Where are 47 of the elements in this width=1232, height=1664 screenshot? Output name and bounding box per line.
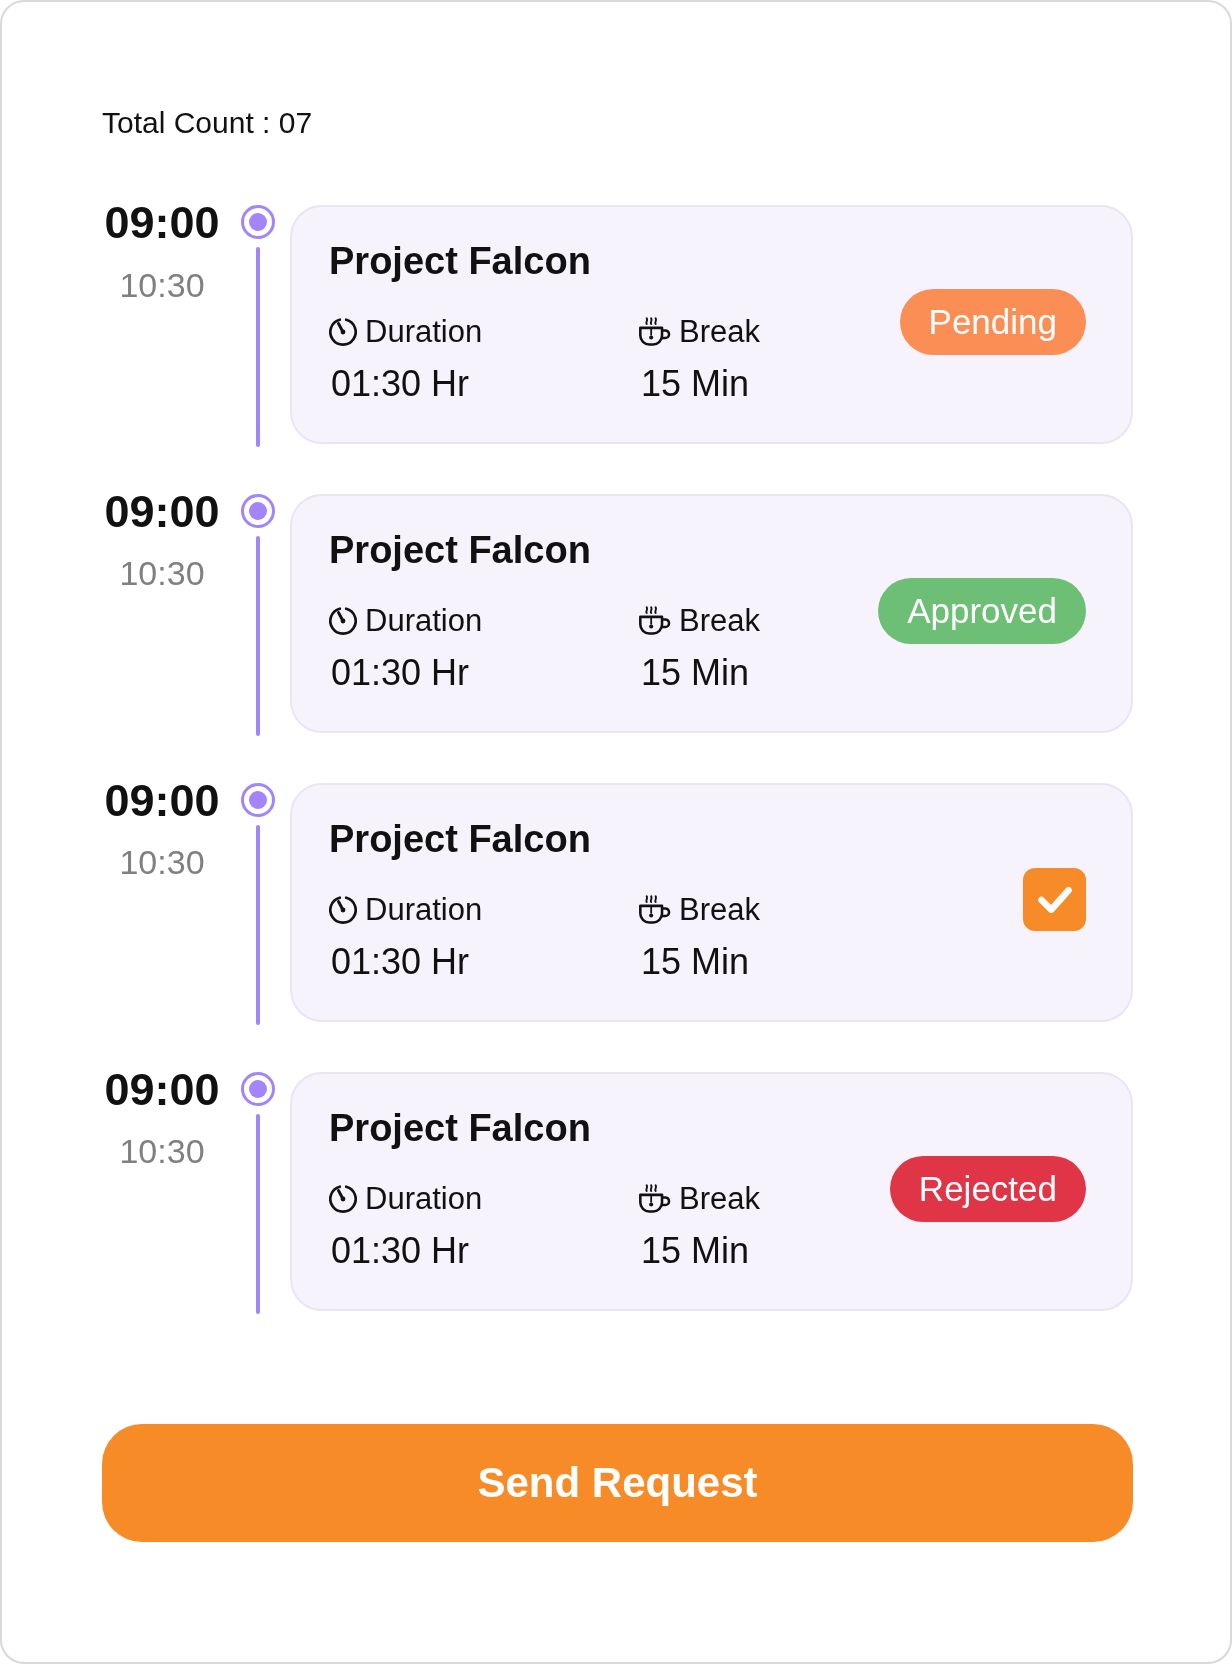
break-label: Break <box>679 1180 760 1217</box>
cup-icon <box>639 606 671 636</box>
project-title: Project Falcon <box>329 527 591 573</box>
duration-label: Duration <box>365 603 483 639</box>
start-time: 09:00 <box>104 198 220 248</box>
timeline-dot-icon <box>241 205 275 239</box>
end-time: 10:30 <box>119 264 205 305</box>
duration-label: Duration <box>365 314 483 351</box>
start-time: 09:00 <box>104 486 220 537</box>
end-time: 10:30 <box>119 1131 205 1172</box>
stopwatch-icon <box>329 895 357 924</box>
duration-label: Duration <box>365 891 483 928</box>
send-request-button[interactable]: Send Request <box>102 1424 1133 1543</box>
start-time: 09:00 <box>104 775 220 826</box>
stopwatch-icon <box>329 607 357 635</box>
break-label: Break <box>679 603 760 639</box>
cup-icon <box>639 1183 671 1214</box>
break-value: 15 Min <box>641 1228 750 1272</box>
cup-icon <box>639 317 671 348</box>
timeline-dot-icon <box>241 1071 275 1106</box>
check-icon <box>1037 886 1072 913</box>
break-label: Break <box>679 314 760 351</box>
project-title: Project Falcon <box>329 239 591 284</box>
status-badge: Pending <box>899 289 1086 356</box>
project-title: Project Falcon <box>329 816 591 862</box>
timeline-dot-icon <box>241 493 275 528</box>
status-badge: Approved <box>878 578 1086 645</box>
total-count: Total Count : 07 <box>102 105 313 141</box>
break-value: 15 Min <box>641 939 750 984</box>
duration-value: 01:30 Hr <box>331 939 470 984</box>
project-title: Project Falcon <box>329 1105 591 1151</box>
duration-value: 01:30 Hr <box>331 362 470 406</box>
end-time: 10:30 <box>119 842 205 883</box>
break-value: 15 Min <box>641 651 750 695</box>
break-value: 15 Min <box>641 362 750 406</box>
start-time: 09:00 <box>104 1064 220 1115</box>
timeline-dot-icon <box>241 782 275 817</box>
stopwatch-icon <box>329 318 357 347</box>
status-badge: Rejected <box>889 1155 1086 1222</box>
break-label: Break <box>679 891 760 928</box>
duration-value: 01:30 Hr <box>331 651 470 695</box>
end-time: 10:30 <box>119 553 205 594</box>
stopwatch-icon <box>329 1184 357 1213</box>
duration-value: 01:30 Hr <box>331 1228 470 1272</box>
checkbox[interactable] <box>1023 868 1086 932</box>
cup-icon <box>639 894 671 925</box>
duration-label: Duration <box>365 1180 483 1217</box>
